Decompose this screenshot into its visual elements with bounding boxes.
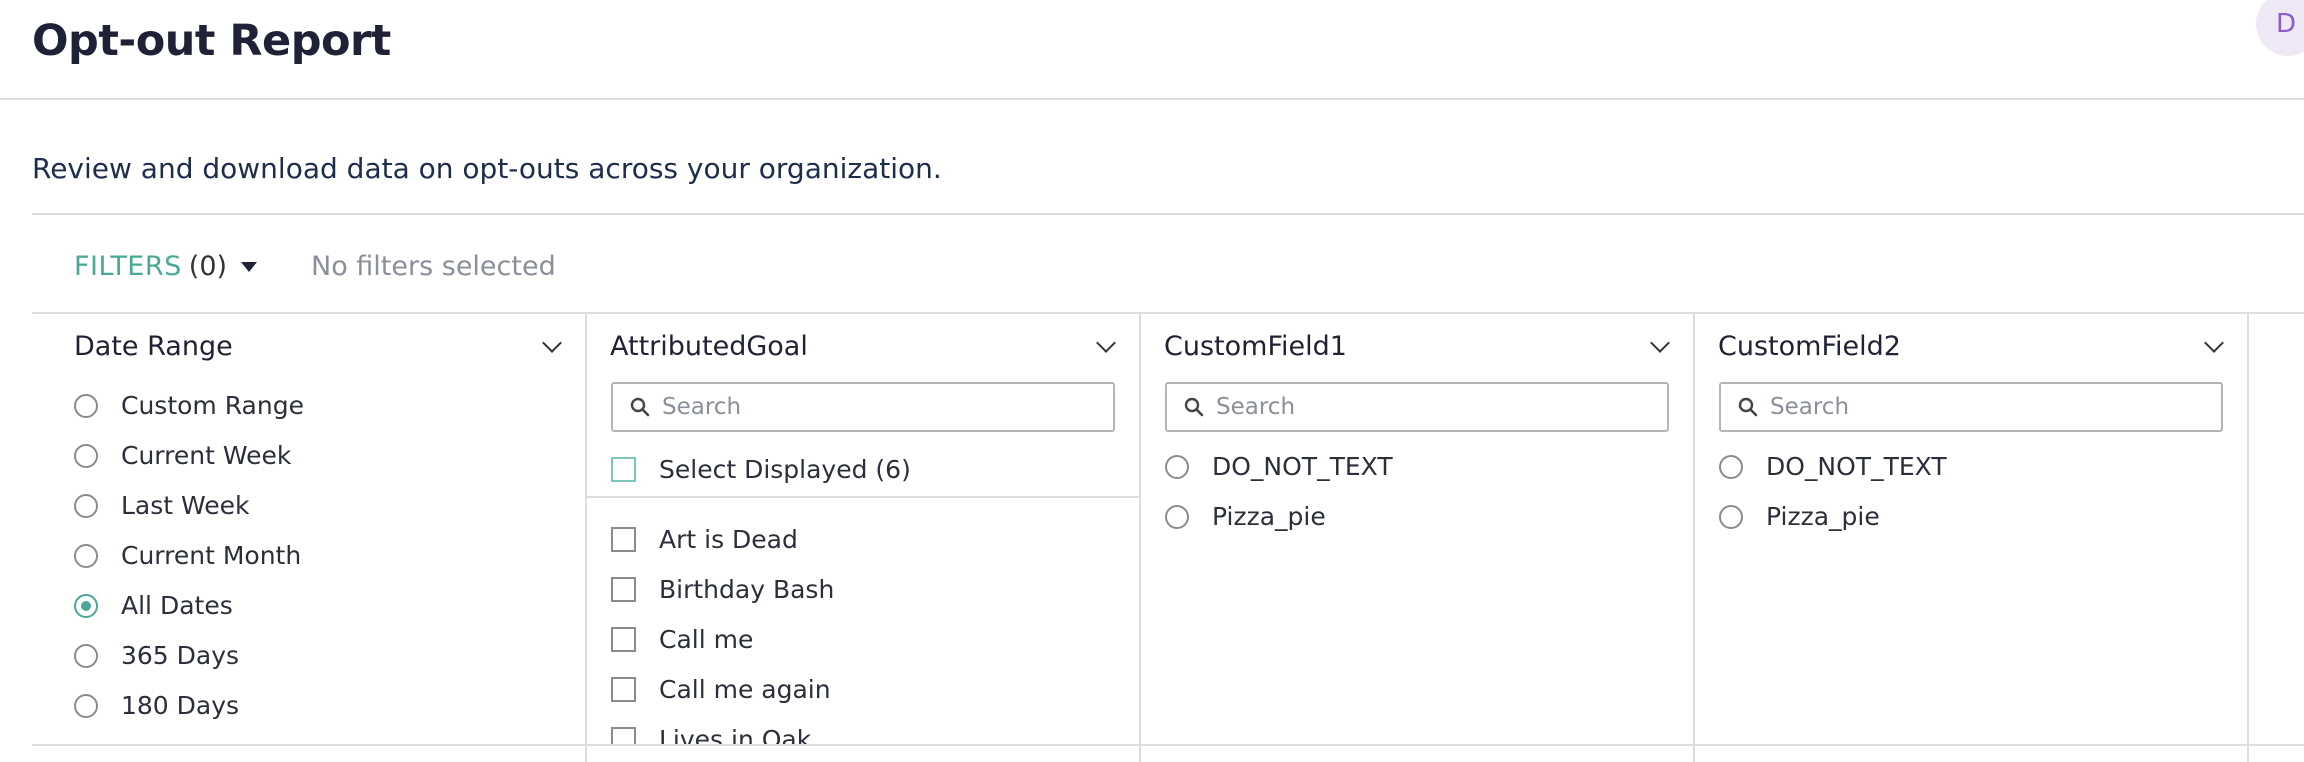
checkbox[interactable] [611, 457, 636, 482]
radio-option-365-days[interactable]: 365 Days [74, 641, 239, 670]
list-item[interactable]: Birthday Bash [611, 575, 834, 604]
checkbox[interactable] [611, 527, 636, 552]
radio-button[interactable] [74, 493, 98, 518]
page-description: Review and download data on opt-outs acr… [32, 152, 942, 185]
radio-label: Pizza_pie [1766, 502, 1880, 531]
caret-down-icon [241, 261, 258, 272]
page-header: Opt-out Report D [0, 0, 2304, 100]
page-title: Opt-out Report [32, 16, 391, 66]
filters-toggle-button[interactable]: FILTERS (0) [74, 251, 258, 282]
attributed-goal-title: AttributedGoal [610, 331, 808, 362]
radio-label: 365 Days [121, 641, 240, 670]
filter-bar: FILTERS (0) No filters selected [32, 215, 2304, 314]
search-icon [1184, 397, 1204, 417]
radio-option-pizza-pie[interactable]: Pizza_pie [1719, 502, 1880, 531]
radio-button[interactable] [74, 643, 98, 668]
date-range-title: Date Range [74, 331, 233, 362]
divider [32, 744, 2304, 746]
custom-field1-title: CustomField1 [1164, 331, 1347, 362]
radio-button[interactable] [74, 393, 98, 418]
radio-button-selected[interactable] [74, 593, 98, 618]
search-input[interactable] [662, 394, 1102, 420]
chevron-down-icon[interactable] [542, 333, 562, 353]
radio-option-do-not-text[interactable]: DO_NOT_TEXT [1719, 452, 1947, 481]
checkbox-label: Lives in Oak [659, 725, 812, 744]
filters-label: FILTERS [74, 251, 182, 282]
radio-button[interactable] [74, 443, 98, 468]
custom-field1-search[interactable] [1165, 382, 1669, 432]
radio-label: Pizza_pie [1212, 502, 1326, 531]
radio-option-current-month[interactable]: Current Month [74, 541, 301, 570]
radio-button[interactable] [1719, 454, 1743, 479]
checkbox[interactable] [611, 727, 636, 744]
search-icon [630, 397, 650, 417]
checkbox-label: Call me again [659, 675, 831, 704]
panel-divider [2247, 314, 2249, 762]
list-item[interactable]: Lives in Oak [611, 725, 811, 744]
chevron-down-icon[interactable] [1650, 333, 1670, 353]
checkbox[interactable] [611, 677, 636, 702]
checkbox[interactable] [611, 577, 636, 602]
radio-option-custom-range[interactable]: Custom Range [74, 391, 304, 420]
radio-label: Last Week [121, 491, 250, 520]
filters-count: (0) [188, 251, 228, 282]
avatar[interactable]: D [2256, 0, 2304, 56]
radio-option-current-week[interactable]: Current Week [74, 441, 291, 470]
select-displayed-checkbox[interactable]: Select Displayed (6) [611, 455, 911, 484]
chevron-down-icon[interactable] [1096, 333, 1116, 353]
radio-button[interactable] [1719, 504, 1743, 529]
filters-summary: No filters selected [311, 251, 556, 282]
custom-field2-panel: CustomField2 DO_NOT_TEXT Pizza_pie [1695, 314, 2247, 744]
radio-option-last-week[interactable]: Last Week [74, 491, 250, 520]
radio-label: 180 Days [121, 691, 240, 720]
checkbox-label: Call me [659, 625, 754, 654]
custom-field2-search[interactable] [1719, 382, 2223, 432]
radio-option-all-dates[interactable]: All Dates [74, 591, 233, 620]
radio-option-do-not-text[interactable]: DO_NOT_TEXT [1165, 452, 1393, 481]
date-range-panel: Date Range Custom Range Current Week Las… [32, 314, 585, 744]
radio-label: DO_NOT_TEXT [1766, 452, 1947, 481]
chevron-down-icon[interactable] [2204, 333, 2224, 353]
radio-button[interactable] [74, 693, 98, 718]
checkbox-label: Birthday Bash [659, 575, 835, 604]
attributed-goal-panel: AttributedGoal Select Displayed (6) Art … [587, 314, 1139, 744]
radio-label: Custom Range [121, 391, 304, 420]
radio-option-180-days[interactable]: 180 Days [74, 691, 239, 720]
radio-button[interactable] [74, 543, 98, 568]
search-icon [1738, 397, 1758, 417]
search-input[interactable] [1770, 394, 2210, 420]
checkbox[interactable] [611, 627, 636, 652]
divider [587, 496, 1139, 498]
radio-button[interactable] [1165, 504, 1189, 529]
custom-field1-panel: CustomField1 DO_NOT_TEXT Pizza_pie [1141, 314, 1693, 744]
radio-label: Current Month [121, 541, 302, 570]
list-item[interactable]: Art is Dead [611, 525, 798, 554]
radio-label: All Dates [121, 591, 233, 620]
checkbox-label: Select Displayed (6) [659, 455, 911, 484]
radio-label: DO_NOT_TEXT [1212, 452, 1393, 481]
search-input[interactable] [1216, 394, 1656, 420]
checkbox-label: Art is Dead [659, 525, 798, 554]
radio-label: Current Week [121, 441, 292, 470]
attributed-goal-search[interactable] [611, 382, 1115, 432]
list-item[interactable]: Call me [611, 625, 753, 654]
custom-field2-title: CustomField2 [1718, 331, 1901, 362]
radio-option-pizza-pie[interactable]: Pizza_pie [1165, 502, 1326, 531]
list-item[interactable]: Call me again [611, 675, 831, 704]
radio-button[interactable] [1165, 454, 1189, 479]
